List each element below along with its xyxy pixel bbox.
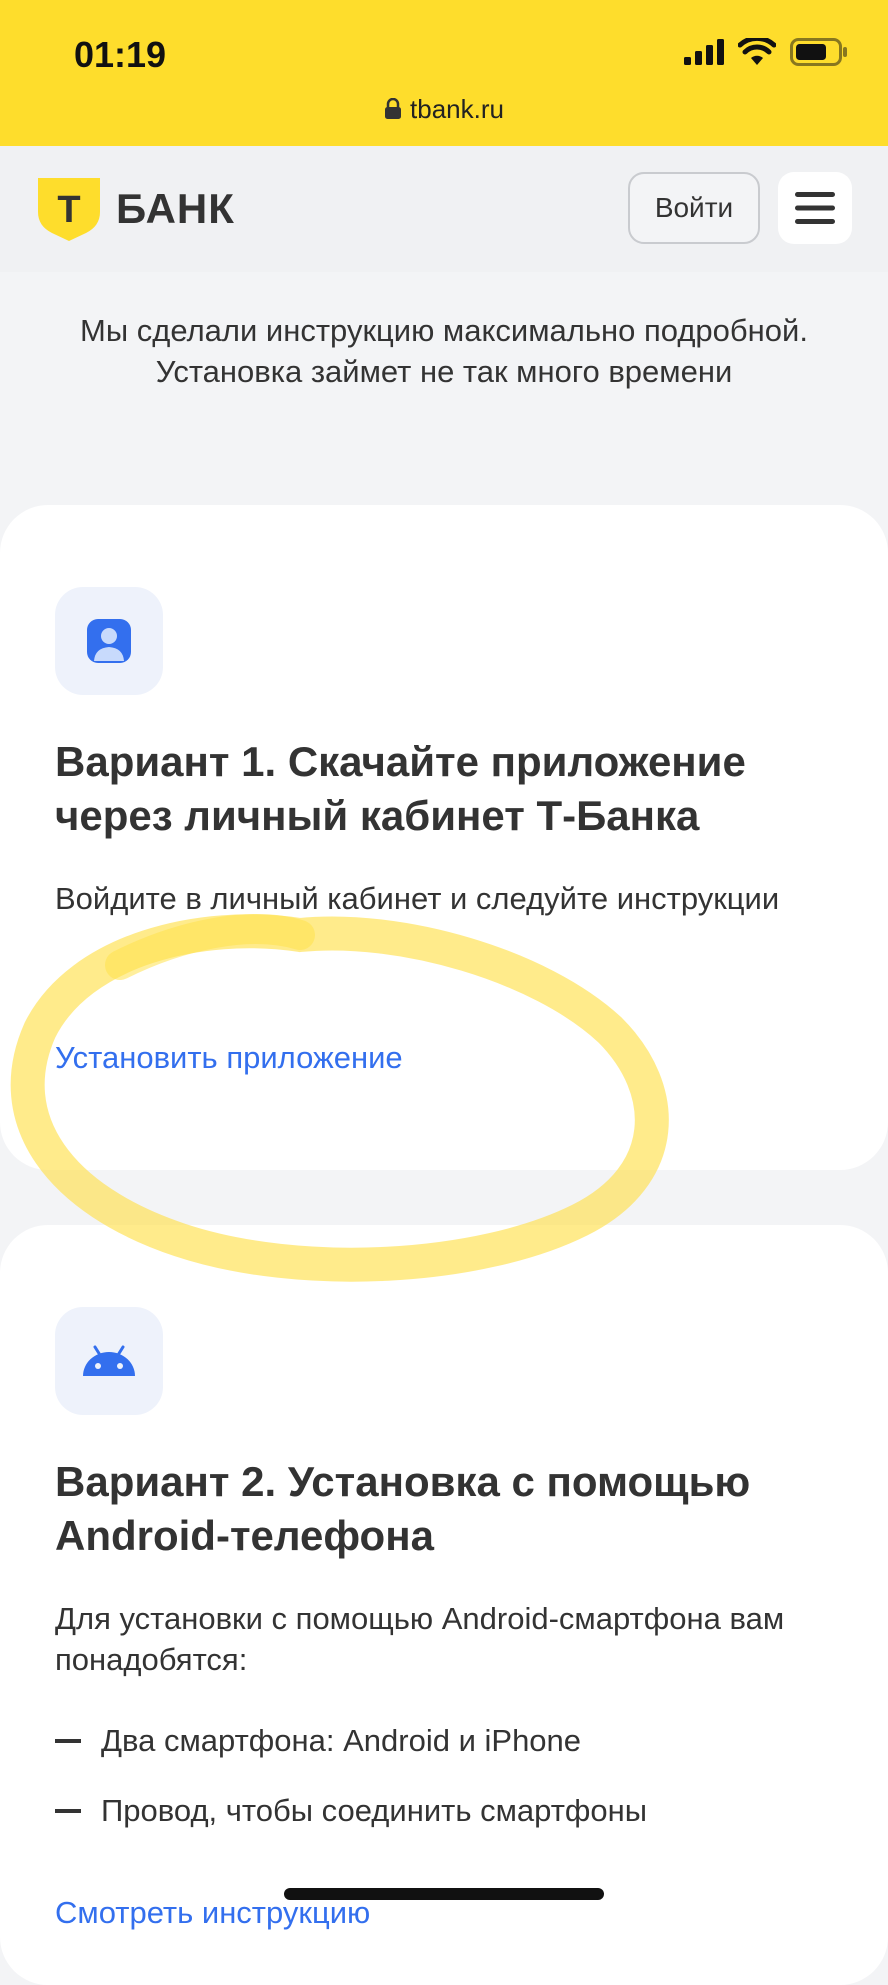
list-item: Провод, чтобы соединить смартфоны: [55, 1793, 647, 1829]
lock-icon: [384, 96, 402, 127]
signal-icon: [684, 39, 724, 65]
option1-title: Вариант 1. Скачайте приложение через лич…: [55, 738, 746, 839]
system-icons: [684, 38, 848, 66]
menu-button[interactable]: [778, 172, 852, 244]
wifi-icon: [738, 38, 776, 65]
status-time: 01:19: [74, 34, 167, 75]
logo-text: БАНК: [116, 185, 235, 232]
install-app-link[interactable]: Установить приложение: [55, 1040, 403, 1076]
dash-icon: [55, 1809, 81, 1813]
option2-title: Вариант 2. Установка с помощью Android-т…: [55, 1458, 751, 1559]
address-bar[interactable]: tbank.ru: [0, 94, 888, 127]
option1-icon-box: [55, 587, 163, 695]
list-item-text: Два смартфона: Android и iPhone: [101, 1723, 582, 1758]
list-item-text: Провод, чтобы соединить смартфоны: [101, 1793, 648, 1828]
status-bar: 01:19 tbank.ru: [0, 0, 888, 146]
battery-icon: [790, 38, 847, 66]
option1-card: Вариант 1. Скачайте приложение через лич…: [0, 505, 888, 1170]
option2-card: Вариант 2. Установка с помощью Android-т…: [0, 1225, 888, 1985]
option2-text: Для установки с помощью Android-смартфон…: [55, 1601, 785, 1677]
logo[interactable]: Т БАНК: [36, 176, 235, 242]
dash-icon: [55, 1739, 81, 1743]
login-button[interactable]: Войти: [628, 172, 760, 244]
list-item: Два смартфона: Android и iPhone: [55, 1723, 581, 1759]
user-profile-icon: [87, 619, 131, 663]
svg-text:Т: Т: [57, 189, 80, 231]
view-instructions-link[interactable]: Смотреть инструкцию: [55, 1895, 370, 1931]
android-icon: [83, 1345, 135, 1376]
option2-icon-box: [55, 1307, 163, 1415]
logo-shield-icon: Т: [38, 178, 100, 241]
url-text: tbank.ru: [410, 94, 504, 124]
option1-text: Войдите в личный кабинет и следуйте инст…: [55, 881, 780, 916]
intro-text: Мы сделали инструкцию максимально подроб…: [80, 313, 808, 389]
home-indicator[interactable]: [284, 1888, 604, 1900]
site-header: Т БАНК Войти: [0, 146, 888, 272]
hamburger-icon: [795, 192, 835, 224]
